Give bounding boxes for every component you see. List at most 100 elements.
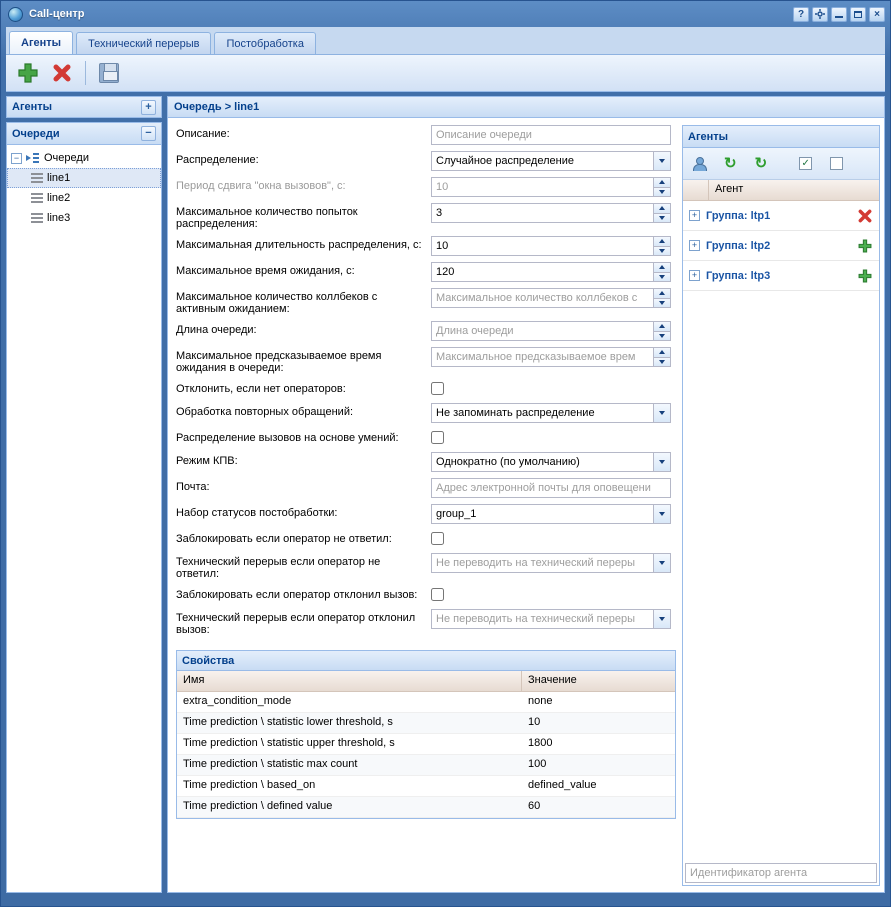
distribution-select[interactable] — [431, 151, 654, 171]
max-wait-time-spinner[interactable] — [431, 262, 654, 282]
chevron-down-icon[interactable] — [654, 403, 671, 423]
property-row[interactable]: Time prediction \ statistic lower thresh… — [177, 713, 675, 734]
add-agent-row-icon[interactable] — [857, 268, 873, 284]
app-icon — [8, 7, 23, 22]
tab-postprocessing[interactable]: Постобработка — [214, 32, 315, 54]
select-all-icon[interactable]: ✓ — [799, 157, 812, 170]
max-duration-spinner[interactable] — [431, 236, 654, 256]
property-row[interactable]: Time prediction \ defined value 60 — [177, 797, 675, 818]
settings-button[interactable] — [812, 7, 828, 22]
property-name: Time prediction \ defined value — [177, 797, 522, 817]
tree-item-label: line2 — [47, 192, 70, 204]
sidebar-panel-agents[interactable]: Агенты + — [6, 96, 162, 118]
chevron-down-icon[interactable] — [654, 504, 671, 524]
agent-row-group-ltp3[interactable]: + Группа: ltp3 — [683, 261, 879, 291]
tree-item-line2[interactable]: line2 — [7, 188, 161, 208]
field-row: Распределение: — [176, 151, 676, 171]
property-value: defined_value — [522, 776, 675, 796]
property-row[interactable]: Time prediction \ statistic max count 10… — [177, 755, 675, 776]
description-input[interactable] — [431, 125, 671, 145]
expand-panel-button[interactable]: + — [141, 100, 156, 115]
spin-up-icon[interactable] — [654, 348, 670, 357]
tree-item-line3[interactable]: line3 — [7, 208, 161, 228]
row-expand-icon[interactable]: + — [689, 240, 700, 251]
tech-break-no-answer-select — [431, 553, 654, 573]
agent-row-group-ltp2[interactable]: + Группа: ltp2 — [683, 231, 879, 261]
property-row[interactable]: Time prediction \ based_on defined_value — [177, 776, 675, 797]
max-predicted-wait-spinner[interactable] — [431, 347, 654, 367]
block-if-declined-checkbox[interactable] — [431, 588, 444, 601]
spin-up-icon[interactable] — [654, 263, 670, 272]
save-button[interactable] — [92, 58, 126, 88]
max-attempts-spinner[interactable] — [431, 203, 654, 223]
repeated-calls-select[interactable] — [431, 403, 654, 423]
field-label: Технический перерыв если оператор отклон… — [176, 609, 431, 636]
help-button[interactable]: ? — [793, 7, 809, 22]
field-label: Набор статусов постобработки: — [176, 504, 431, 524]
field-label: Максимальное время ожидания, с: — [176, 262, 431, 282]
refresh-icon[interactable]: ↻ — [724, 156, 737, 171]
property-row[interactable]: extra_condition_mode none — [177, 692, 675, 713]
add-agent-row-icon[interactable] — [857, 238, 873, 254]
spin-down-icon[interactable] — [654, 357, 670, 367]
deselect-all-icon[interactable] — [830, 157, 843, 170]
chevron-down-icon[interactable] — [654, 452, 671, 472]
properties-column-headers: Имя Значение — [177, 671, 675, 692]
spinner-buttons[interactable] — [654, 262, 671, 282]
agent-row-group-ltp1[interactable]: + Группа: ltp1 — [683, 201, 879, 231]
spin-down-icon[interactable] — [654, 331, 670, 341]
field-label: Заблокировать если оператор не ответил: — [176, 530, 431, 545]
spinner-buttons[interactable] — [654, 236, 671, 256]
collapse-panel-button[interactable]: − — [141, 126, 156, 141]
spin-up-icon[interactable] — [654, 237, 670, 246]
tree-item-line1[interactable]: line1 — [7, 168, 161, 188]
main-body: Описание: Распределение: Период с — [168, 118, 884, 892]
tab-agents[interactable]: Агенты — [9, 31, 73, 54]
spin-down-icon[interactable] — [654, 272, 670, 282]
tree-root-queues[interactable]: − Очереди — [7, 148, 161, 168]
block-if-no-answer-checkbox[interactable] — [431, 532, 444, 545]
tab-tech-break[interactable]: Технический перерыв — [76, 32, 211, 54]
maximize-button[interactable] — [850, 7, 866, 22]
refresh-all-icon[interactable]: ↻ — [755, 156, 768, 171]
remove-agent-icon[interactable] — [857, 208, 873, 224]
max-callbacks-spinner[interactable] — [431, 288, 654, 308]
spin-down-icon[interactable] — [654, 298, 670, 308]
spinner-buttons[interactable] — [654, 288, 671, 308]
spin-down-icon[interactable] — [654, 246, 670, 256]
spin-up-icon[interactable] — [654, 322, 670, 331]
spin-up-icon[interactable] — [654, 289, 670, 298]
agents-panel-header: Агенты — [683, 126, 879, 148]
tab-label: Технический перерыв — [88, 38, 199, 50]
row-expand-icon[interactable]: + — [689, 270, 700, 281]
tab-bar: Агенты Технический перерыв Постобработка — [6, 27, 885, 55]
spinner-buttons[interactable] — [654, 321, 671, 341]
tree-collapse-icon[interactable]: − — [11, 153, 22, 164]
queues-panel-header[interactable]: Очереди − — [7, 123, 161, 145]
minimize-button[interactable] — [831, 7, 847, 22]
agent-id-input[interactable] — [685, 863, 877, 883]
spin-down-icon[interactable] — [654, 213, 670, 223]
kpv-mode-select[interactable] — [431, 452, 654, 472]
chevron-down-icon[interactable] — [654, 151, 671, 171]
line-icon — [31, 213, 43, 223]
reject-if-no-operators-checkbox[interactable] — [431, 382, 444, 395]
close-button[interactable]: × — [869, 7, 885, 22]
field-row: Максимальное предсказываемое время ожида… — [176, 347, 676, 374]
column-header-agent: Агент — [709, 180, 879, 200]
postprocessing-status-set-select[interactable] — [431, 504, 654, 524]
property-row[interactable]: Time prediction \ statistic upper thresh… — [177, 734, 675, 755]
row-expand-icon[interactable]: + — [689, 210, 700, 221]
add-agent-icon[interactable] — [692, 157, 706, 171]
skill-based-distribution-checkbox[interactable] — [431, 431, 444, 444]
spinner-buttons[interactable] — [654, 203, 671, 223]
minus-glyph: − — [14, 153, 19, 163]
field-row: Распределение вызовов на основе умений: — [176, 429, 676, 444]
queue-header: Очередь > line1 — [168, 97, 884, 118]
spinner-buttons[interactable] — [654, 347, 671, 367]
mail-input[interactable] — [431, 478, 671, 498]
add-button[interactable] — [11, 58, 45, 88]
queue-length-spinner[interactable] — [431, 321, 654, 341]
spin-up-icon[interactable] — [654, 204, 670, 213]
delete-button[interactable] — [45, 58, 79, 88]
